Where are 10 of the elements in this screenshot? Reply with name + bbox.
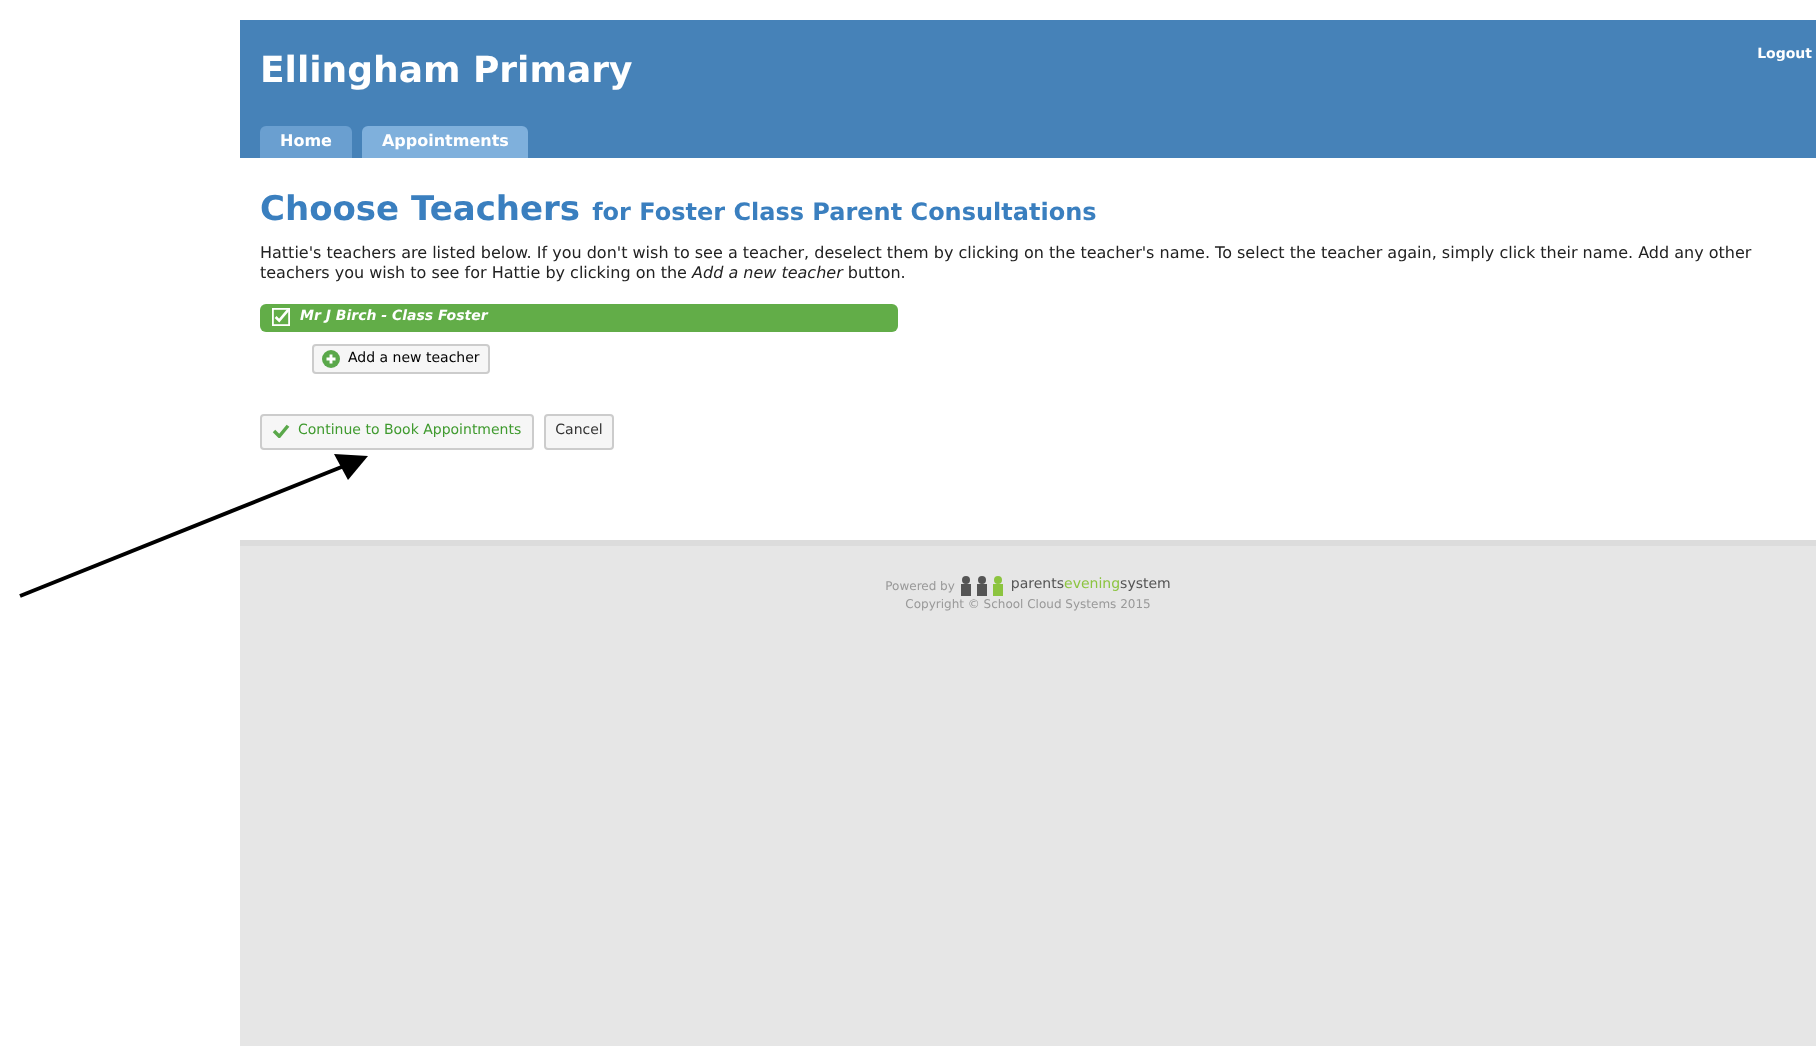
site-title: Ellingham Primary: [260, 48, 633, 96]
nav-tab[interactable]: Appointments: [361, 126, 529, 158]
page-heading: Choose Teachers: [260, 188, 581, 234]
check-icon: [272, 424, 290, 438]
add-icon: [322, 349, 340, 367]
instructions-text: Hattie's teachers are listed below. If you don't wish to see a teacher, deselect them by clicking on the teacher's name. To select the teacher again, simply click their name. Add any other teachers you wish to see for Hattie by clicking on the Add a new teacher button.: [260, 243, 1754, 283]
people-logo-icon: [960, 575, 1005, 595]
nav-tab[interactable]: Home: [260, 126, 352, 158]
page-subheading: for Foster Class Parent Consultations: [592, 196, 1097, 230]
checkbox-icon: [272, 308, 290, 326]
